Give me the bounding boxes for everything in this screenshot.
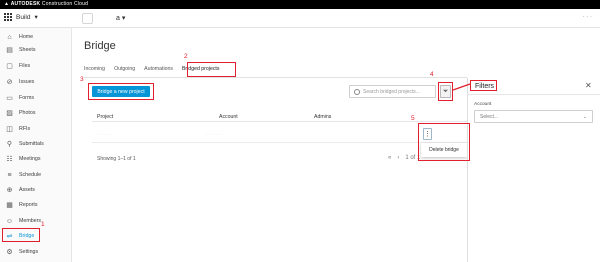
table-row-divider [92,142,467,143]
callout-arrow [452,83,471,91]
callout-box-bridge-button [88,83,154,100]
callout-number-2: 2 [184,53,188,60]
sidebar-item-home[interactable]: ⌂ Home [0,30,72,44]
table-cell-account: . . . . . . . . [205,131,222,136]
pagination-summary: Showing 1–1 of 1 [97,156,136,162]
chevron-down-icon: ⌄ [582,113,587,120]
tab-outgoing[interactable]: Outgoing [114,64,135,76]
table-cell-admins: . [313,131,315,136]
account-label: Account [474,102,492,107]
brand-bar: ▲ AUTODESK Construction Cloud [0,0,600,9]
sidebar: ⌂ Home ▤ Sheets ▢ Files ⊘ Issues ▭ Forms ▨ Pho… [0,28,72,262]
filters-divider [467,94,600,95]
table-cell-project[interactable]: . . . . . . . . [97,131,114,136]
header-icons[interactable]: · · · [583,14,592,20]
sidebar-item-assets[interactable]: ⊕ Assets [0,183,72,197]
sidebar-item-forms[interactable]: ▭ Forms [0,91,72,105]
settings-icon: ⚙ [6,249,13,256]
sidebar-item-sheets[interactable]: ▤ Sheets [0,43,72,57]
project-thumbnail[interactable] [82,13,93,24]
search-input[interactable]: Search bridged projects... [349,85,436,98]
account-select[interactable]: Select... ⌄ [474,110,593,123]
meetings-icon: ☷ [6,156,13,163]
autodesk-logo: ▲ AUTODESK Construction Cloud [4,1,89,7]
callout-number-5: 5 [411,115,415,122]
sidebar-item-rfis[interactable]: ◫ RFIs [0,122,72,136]
submittals-icon: ⚲ [6,141,13,148]
sidebar-item-submittals[interactable]: ⚲ Submittals [0,137,72,151]
page-title: Bridge [84,40,116,52]
sidebar-item-schedule[interactable]: ≡ Schedule [0,168,72,182]
photos-icon: ▨ [6,110,13,117]
members-icon: ☺ [5,217,14,225]
reports-icon: ▦ [6,202,13,209]
callout-number-4: 4 [430,71,434,78]
app-header: Build ▾ a ▾ · · · [0,9,600,28]
column-header-admins[interactable]: Admins [314,114,331,120]
sidebar-item-settings[interactable]: ⚙ Settings [0,245,72,259]
sidebar-item-members[interactable]: ☺ Members [0,214,72,228]
schedule-icon: ≡ [7,171,12,179]
module-switcher[interactable]: Build ▾ [4,13,38,21]
sidebar-item-reports[interactable]: ▦ Reports [0,198,72,212]
search-icon [354,88,360,95]
files-icon: ▢ [6,63,13,70]
account-select-placeholder: Select... [480,113,499,120]
first-page-icon[interactable]: « [388,155,391,161]
tabs-divider [84,77,467,78]
sidebar-item-files[interactable]: ▢ Files [0,59,72,73]
sidebar-item-photos[interactable]: ▨ Photos [0,106,72,120]
close-icon[interactable]: ✕ [585,81,592,90]
column-header-project[interactable]: Project [97,114,113,120]
rfis-icon: ◫ [6,126,13,133]
pagination-controls: « ‹ 1 of 1 [388,155,420,161]
assets-icon: ⊕ [6,187,13,194]
tab-automations[interactable]: Automations [144,64,173,76]
column-header-account[interactable]: Account [219,114,238,120]
callout-box-filters-title [470,80,497,91]
sidebar-item-meetings[interactable]: ☷ Meetings [0,152,72,166]
issues-icon: ⊘ [6,79,13,86]
callout-box-bridge [2,228,40,242]
home-icon: ⌂ [7,33,12,41]
callout-box-delete-bridge [418,123,470,161]
search-placeholder: Search bridged projects... [363,88,420,95]
app-grid-icon [4,13,12,21]
callout-box-bridged-projects [187,62,236,77]
module-name: Build [16,13,31,21]
forms-icon: ▭ [6,95,13,102]
callout-box-filter [438,82,453,101]
callout-number-1: 1 [41,221,45,228]
chevron-down-icon: ▾ [34,14,38,21]
callout-number-3: 3 [80,76,84,83]
sheets-icon: ▤ [6,47,13,54]
sidebar-item-issues[interactable]: ⊘ Issues [0,75,72,89]
project-selector[interactable]: a ▾ [116,14,125,22]
tab-incoming[interactable]: Incoming [84,64,105,76]
prev-page-icon[interactable]: ‹ [397,155,399,161]
chevron-down-icon: ▾ [121,15,126,22]
